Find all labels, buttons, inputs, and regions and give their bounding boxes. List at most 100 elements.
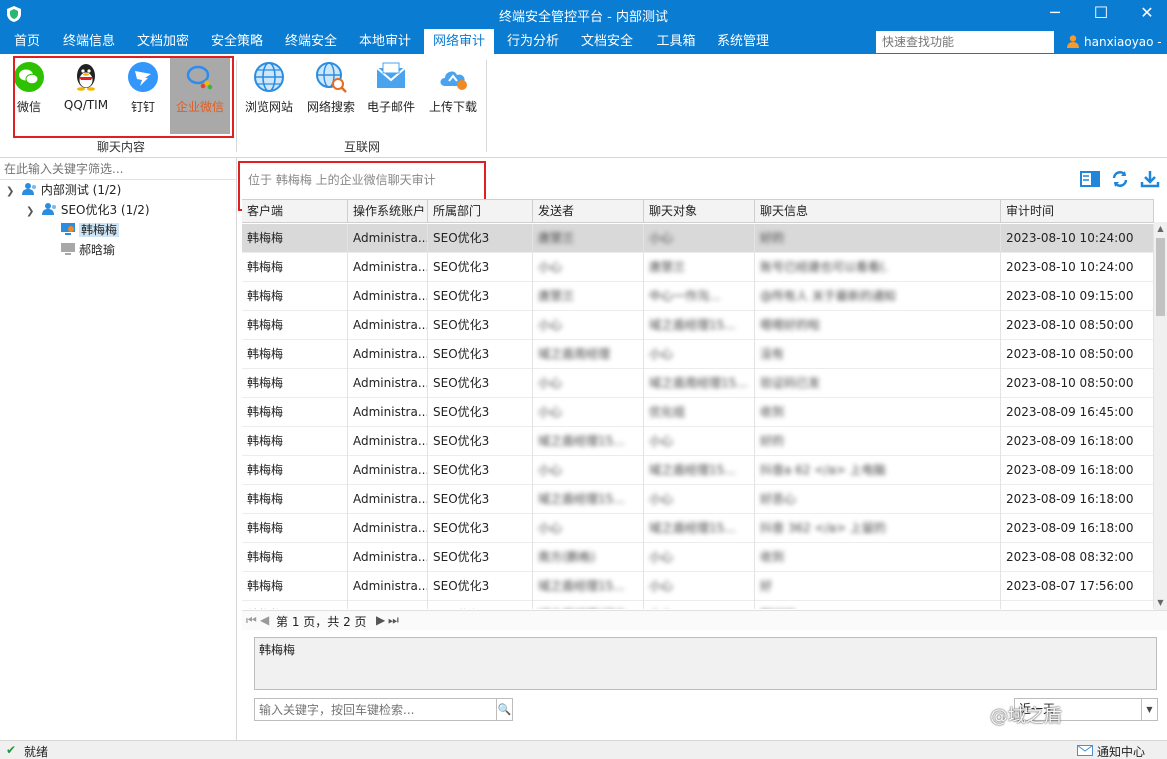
web-search-icon bbox=[316, 62, 347, 93]
chevron-down-icon[interactable]: ❯ bbox=[26, 202, 38, 222]
menu-terminal-security[interactable]: 终端安全 bbox=[278, 29, 344, 54]
masked-text: 小心 bbox=[649, 550, 674, 564]
keyword-search-input[interactable] bbox=[254, 698, 497, 721]
masked-text: 小心 bbox=[538, 260, 563, 274]
table-row[interactable]: 韩梅梅 Administra... SEO优化3 小心 域之盾周经理15... 验证码已发… bbox=[242, 369, 1154, 398]
table-cell: 域之盾经理15... bbox=[533, 427, 644, 456]
audit-table: 客户端 操作系统账户 所属部门 发送者 聊天对象 聊天信息 审计时间 韩梅梅 Ad… bbox=[242, 199, 1154, 609]
table-row[interactable]: 韩梅梅 Administra... SEO优化3 域之盾经理15... 小心 好 2023-… bbox=[242, 572, 1154, 601]
table-row[interactable]: 韩梅梅 Administra... SEO优化3 唐慧兰 中心一作沟... @所有人 关于… bbox=[242, 282, 1154, 311]
menu-terminal-info[interactable]: 终端信息 bbox=[56, 29, 122, 54]
masked-text: 小心 bbox=[649, 347, 674, 361]
menu-network-audit[interactable]: 网络审计 bbox=[424, 29, 494, 54]
tree-filter-input[interactable] bbox=[0, 158, 236, 180]
email-icon bbox=[376, 62, 406, 88]
table-cell: Administra... bbox=[348, 427, 428, 456]
table-cell: 韩梅梅 bbox=[242, 311, 348, 340]
menu-security-policy[interactable]: 安全策略 bbox=[204, 29, 270, 54]
column-header[interactable]: 审计时间 bbox=[1001, 200, 1154, 223]
upload-download-label: 上传下载 bbox=[428, 100, 477, 114]
download-icon[interactable] bbox=[1140, 170, 1160, 188]
table-cell: 2023-08-07 17:56:00 bbox=[1001, 572, 1154, 601]
close-button[interactable]: ✕ bbox=[1127, 2, 1167, 26]
tree-node-root[interactable]: ❯ 内部测试 (1/2) bbox=[6, 180, 121, 200]
column-header[interactable]: 发送者 bbox=[533, 200, 644, 223]
column-layout-icon[interactable] bbox=[1080, 170, 1100, 188]
column-header[interactable]: 操作系统账户 bbox=[348, 200, 428, 223]
next-page-icon[interactable]: ▶ bbox=[376, 613, 385, 627]
minimize-button[interactable]: ─ bbox=[1035, 2, 1075, 26]
table-cell: 域之盾经理15... bbox=[644, 311, 755, 340]
menu-doc-security[interactable]: 文档安全 bbox=[574, 29, 640, 54]
notification-center-link[interactable]: 通知中心 bbox=[1097, 743, 1145, 759]
table-row[interactable]: 韩梅梅 Administra... SEO优化3 唐慧兰 小心 好的 2023-08-10 … bbox=[242, 224, 1154, 253]
table-row[interactable]: 韩梅梅 Administra... SEO优化3 小心 域之盾经理15... 嗯嗯好的啦 2… bbox=[242, 311, 1154, 340]
table-cell: SEO优化3 bbox=[428, 311, 533, 340]
upload-download-button[interactable]: 上传下载 bbox=[426, 58, 480, 134]
email-button[interactable]: 电子邮件 bbox=[366, 58, 416, 134]
table-row[interactable]: 韩梅梅Administra...SEO优化3 域之盾经理(河北 小心 那好的 2023-… bbox=[242, 601, 1154, 609]
menu-toolbox[interactable]: 工具箱 bbox=[648, 29, 704, 54]
masked-text: 中心一作沟... bbox=[649, 289, 721, 303]
refresh-icon[interactable] bbox=[1110, 170, 1130, 188]
table-cell: 韩梅梅 bbox=[242, 253, 348, 282]
table-cell: 韩梅梅 bbox=[242, 427, 348, 456]
column-header[interactable]: 客户端 bbox=[242, 200, 348, 223]
masked-text: 小心 bbox=[538, 376, 563, 390]
tree-node-client[interactable]: 韩梅梅 bbox=[60, 220, 120, 240]
masked-text: 抖音a 62 </a> 上电脑 bbox=[760, 463, 886, 477]
quick-search-input[interactable] bbox=[876, 31, 1054, 53]
scroll-down-icon[interactable]: ▼ bbox=[1154, 596, 1167, 610]
table-row[interactable]: 韩梅梅 Administra... SEO优化3 小心 域之盾经理15... 抖音 362… bbox=[242, 514, 1154, 543]
first-page-icon[interactable]: ⏮ bbox=[246, 613, 257, 628]
table-cell: 域之盾周经理 bbox=[533, 340, 644, 369]
web-search-button[interactable]: 网络搜索 bbox=[304, 58, 358, 134]
vertical-scrollbar[interactable]: ▲ ▼ bbox=[1154, 222, 1167, 610]
username: hanxiaoyao - bbox=[1084, 35, 1162, 49]
table-row[interactable]: 韩梅梅 Administra... SEO优化3 南方(鹏格) 小心 收到 2023-08-… bbox=[242, 543, 1154, 572]
table-header: 客户端 操作系统账户 所属部门 发送者 聊天对象 聊天信息 审计时间 bbox=[242, 200, 1154, 223]
table-cell: 2023-08-10 08:50:00 bbox=[1001, 369, 1154, 398]
scrollbar-thumb[interactable] bbox=[1156, 238, 1165, 316]
table-cell: 小心 bbox=[644, 543, 755, 572]
prev-page-icon[interactable]: ◀ bbox=[260, 613, 269, 627]
chevron-down-icon[interactable]: ▼ bbox=[1141, 699, 1157, 720]
ribbon-divider bbox=[486, 60, 487, 152]
chevron-down-icon[interactable]: ❯ bbox=[6, 182, 18, 202]
browse-web-button[interactable]: 浏览网站 bbox=[244, 58, 294, 134]
table-cell: 小心 bbox=[644, 601, 755, 609]
masked-text: 小心 bbox=[649, 492, 674, 506]
masked-text: 小心 bbox=[538, 318, 563, 332]
column-header[interactable]: 聊天信息 bbox=[755, 200, 1001, 223]
masked-text: 那好的 bbox=[760, 608, 796, 609]
table-row[interactable]: 韩梅梅 Administra... SEO优化3 域之盾周经理 小心 没有 2023-08-… bbox=[242, 340, 1154, 369]
menu-local-audit[interactable]: 本地审计 bbox=[352, 29, 418, 54]
search-icon[interactable]: 🔍 bbox=[496, 698, 513, 721]
table-row[interactable]: 韩梅梅 Administra... SEO优化3 小心 域之盾经理15... 抖音a 62… bbox=[242, 456, 1154, 485]
tree-node-group[interactable]: ❯ SEO优化3 (1/2) bbox=[26, 200, 150, 220]
table-cell: 好的 bbox=[755, 224, 1001, 253]
menu-system-management[interactable]: 系统管理 bbox=[710, 29, 776, 54]
menu-home[interactable]: 首页 bbox=[4, 29, 50, 54]
user-menu[interactable]: hanxiaoyao - bbox=[1066, 29, 1162, 54]
table-row[interactable]: 韩梅梅 Administra... SEO优化3 域之盾经理15... 小心 好恶心 202… bbox=[242, 485, 1154, 514]
table-row[interactable]: 韩梅梅 Administra... SEO优化3 小心 优化组 收到 2023-08-09 … bbox=[242, 398, 1154, 427]
table-cell: SEO优化3 bbox=[428, 543, 533, 572]
scroll-up-icon[interactable]: ▲ bbox=[1154, 222, 1167, 236]
masked-text: 域之盾经理15... bbox=[649, 521, 736, 535]
masked-text: 收到 bbox=[760, 550, 785, 564]
mail-icon[interactable] bbox=[1077, 745, 1093, 756]
menu-behavior-analysis[interactable]: 行为分析 bbox=[500, 29, 566, 54]
table-row[interactable]: 韩梅梅 Administra... SEO优化3 域之盾经理15... 小心 好的 2023… bbox=[242, 427, 1154, 456]
masked-text: 账号已经建也可以看看(. bbox=[760, 260, 889, 274]
table-cell: 韩梅梅 bbox=[242, 282, 348, 311]
last-page-icon[interactable]: ⏭ bbox=[388, 613, 399, 628]
menu-doc-encryption[interactable]: 文档加密 bbox=[130, 29, 196, 54]
column-header[interactable]: 所属部门 bbox=[428, 200, 533, 223]
maximize-button[interactable]: ☐ bbox=[1081, 2, 1121, 26]
column-header[interactable]: 聊天对象 bbox=[644, 200, 755, 223]
masked-text: 域之盾经理15... bbox=[649, 318, 736, 332]
tree-node-client[interactable]: 郝晗瑜 bbox=[60, 240, 115, 260]
table-row[interactable]: 韩梅梅 Administra... SEO优化3 小心 唐慧兰 账号已经建也可以看看(. 2… bbox=[242, 253, 1154, 282]
table-cell: SEO优化3 bbox=[428, 456, 533, 485]
